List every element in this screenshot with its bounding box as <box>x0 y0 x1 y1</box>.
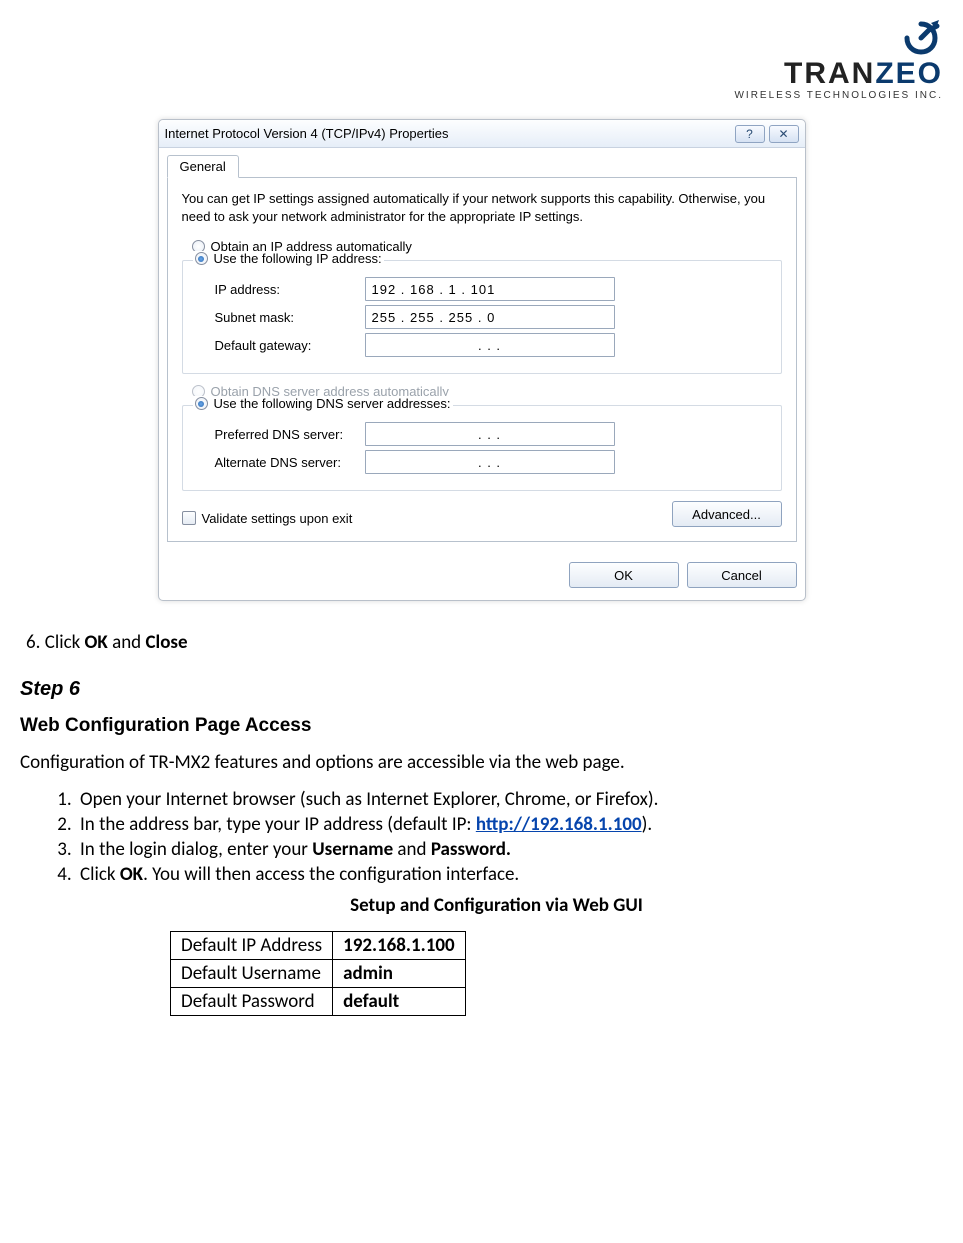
row-gateway: Default gateway: . . . <box>197 333 767 357</box>
tab-general[interactable]: General <box>167 155 239 178</box>
row-alt-dns: Alternate DNS server: . . . <box>197 450 767 474</box>
advanced-button[interactable]: Advanced... <box>672 501 782 527</box>
subsection-heading: Setup and Configuration via Web GUI <box>50 894 943 917</box>
radio-icon <box>195 252 208 265</box>
titlebar-close-button[interactable]: ✕ <box>769 125 799 143</box>
instruction-step-6: 6. Click OK and Close <box>26 631 943 654</box>
row-subnet: Subnet mask: 255 . 255 . 255 . 0 <box>197 305 767 329</box>
ok-button[interactable]: OK <box>569 562 679 588</box>
list-item: Click OK. You will then access the confi… <box>76 863 943 886</box>
radio-dns-manual[interactable]: Use the following DNS server addresses: <box>193 396 453 411</box>
intro-paragraph: Configuration of TR-MX2 features and opt… <box>20 751 943 774</box>
defaults-table: Default IP Address 192.168.1.100 Default… <box>170 931 466 1016</box>
brand-wordmark-zeo: ZEO <box>875 57 943 90</box>
cell-default-pass-label: Default Password <box>171 988 333 1016</box>
default-ip-link[interactable]: http://192.168.1.100 <box>476 813 642 836</box>
brand-logo: TRANZEO WIRELESS TECHNOLOGIES INC. <box>734 20 943 101</box>
instruction-list: Open your Internet browser (such as Inte… <box>20 788 943 886</box>
titlebar-text: Internet Protocol Version 4 (TCP/IPv4) P… <box>165 126 731 141</box>
subnet-input[interactable]: 255 . 255 . 255 . 0 <box>365 305 615 329</box>
ip-address-input[interactable]: 192 . 168 . 1 . 101 <box>365 277 615 301</box>
cell-default-ip-label: Default IP Address <box>171 932 333 960</box>
alt-dns-input[interactable]: . . . <box>365 450 615 474</box>
ip-address-label: IP address: <box>197 282 365 297</box>
ip-description: You can get IP settings assigned automat… <box>182 190 782 225</box>
list-item: In the address bar, type your IP address… <box>76 813 943 836</box>
row-pref-dns: Preferred DNS server: . . . <box>197 422 767 446</box>
subnet-label: Subnet mask: <box>197 310 365 325</box>
radio-dns-manual-label: Use the following DNS server addresses: <box>214 396 451 411</box>
cell-default-ip-value: 192.168.1.100 <box>333 932 466 960</box>
titlebar-help-button[interactable]: ? <box>735 125 765 143</box>
dns-manual-group: Use the following DNS server addresses: … <box>182 405 782 491</box>
row-ip-address: IP address: 192 . 168 . 1 . 101 <box>197 277 767 301</box>
table-row: Default Username admin <box>171 960 466 988</box>
ip-manual-group: Use the following IP address: IP address… <box>182 260 782 374</box>
ip-address-panel: Obtain an IP address automatically Use t… <box>182 239 782 374</box>
ipv4-properties-dialog: Internet Protocol Version 4 (TCP/IPv4) P… <box>158 119 806 601</box>
validate-advanced-row: Validate settings upon exit Advanced... <box>182 501 782 527</box>
dns-panel: Obtain DNS server address automatically … <box>182 384 782 491</box>
alt-dns-label: Alternate DNS server: <box>197 455 365 470</box>
radio-ip-manual-label: Use the following IP address: <box>214 251 382 266</box>
cell-default-user-value: admin <box>333 960 466 988</box>
gateway-label: Default gateway: <box>197 338 365 353</box>
tab-row: General <box>167 154 797 178</box>
pref-dns-label: Preferred DNS server: <box>197 427 365 442</box>
checkbox-icon <box>182 511 196 525</box>
section-heading: Web Configuration Page Access <box>20 715 943 737</box>
gateway-input[interactable]: . . . <box>365 333 615 357</box>
cell-default-user-label: Default Username <box>171 960 333 988</box>
validate-checkbox[interactable]: Validate settings upon exit <box>182 511 353 526</box>
list-item: In the login dialog, enter your Username… <box>76 838 943 861</box>
brand-wordmark: TRANZEO <box>734 59 943 89</box>
radio-icon <box>195 397 208 410</box>
brand-header: TRANZEO WIRELESS TECHNOLOGIES INC. <box>20 20 943 101</box>
titlebar: Internet Protocol Version 4 (TCP/IPv4) P… <box>159 120 805 148</box>
list-item: Open your Internet browser (such as Inte… <box>76 788 943 811</box>
step-heading: Step 6 <box>20 678 943 701</box>
pref-dns-input[interactable]: . . . <box>365 422 615 446</box>
dialog-button-row: OK Cancel <box>159 552 805 600</box>
cell-default-pass-value: default <box>333 988 466 1016</box>
cancel-button[interactable]: Cancel <box>687 562 797 588</box>
validate-label: Validate settings upon exit <box>202 511 353 526</box>
brand-tagline: WIRELESS TECHNOLOGIES INC. <box>734 91 943 101</box>
radio-ip-manual[interactable]: Use the following IP address: <box>193 251 384 266</box>
table-row: Default IP Address 192.168.1.100 <box>171 932 466 960</box>
brand-wordmark-tran: TRAN <box>784 57 875 90</box>
brand-icon <box>899 20 943 56</box>
table-row: Default Password default <box>171 988 466 1016</box>
